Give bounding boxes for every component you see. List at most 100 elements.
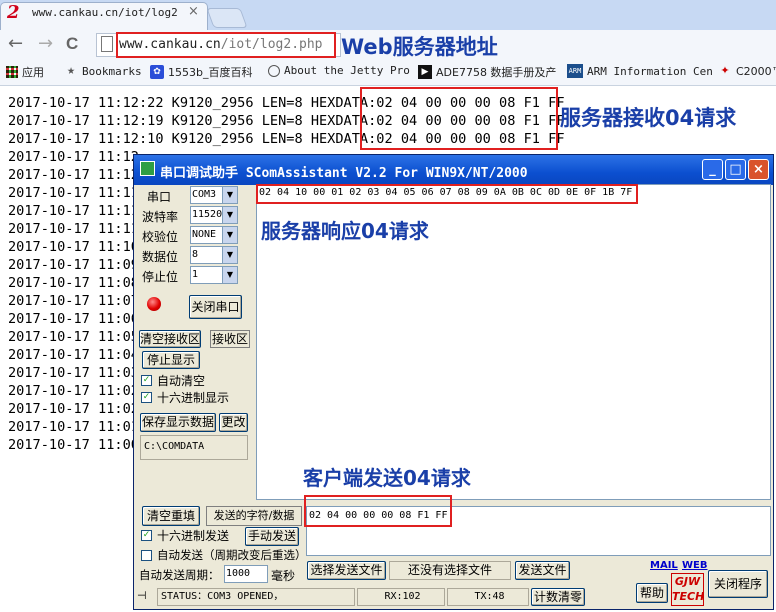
chevron-down-icon: ▼ [222,187,237,203]
hex-send-label: 十六进制发送 [157,529,230,543]
log-line: 2017-10-17 11:01 [8,419,139,435]
hex-display-label: 十六进制显示 [157,391,230,405]
port-select[interactable]: COM3 ▼ [190,186,238,204]
logo-line1: GJW [674,575,701,588]
auto-send-label: 自动发送（周期改变后重选） [157,548,307,562]
stopbits-label: 停止位 [142,270,179,284]
stop-display-button[interactable]: 停止显示 [142,351,200,369]
port-label: 串口 [147,190,172,204]
log-line: 2017-10-17 11:12 [8,167,139,183]
site-logo-icon: 2 [7,2,20,23]
annotation-server-receive: 服务器接收04请求 [560,106,737,130]
web-link[interactable]: WEB [682,560,707,571]
minimize-button[interactable]: _ [702,159,723,180]
stopbits-select[interactable]: 1 ▼ [190,266,238,284]
log-line: 2017-10-17 11:00 [8,437,139,453]
log-line: 2017-10-17 11:02 [8,401,139,417]
hex-send-checkbox[interactable]: ✓ [141,530,152,541]
bookmark-label: ARM Information Cen [587,64,713,78]
send-highlight-box [304,495,452,527]
annotation-client-send: 客户端发送04请求 [303,466,471,490]
status-text: STATUS：COM3 OPENED， [157,588,355,606]
log-line: 2017-10-17 11:02 [8,383,139,399]
parity-select[interactable]: NONE ▼ [190,226,238,244]
bookmark-label: ADE7758 数据手册及产 [436,66,557,79]
log-line: 2017-10-17 11:09 [8,257,139,273]
receive-area-label: 接收区 [210,330,250,348]
log-line: 2017-10-17 11:03 [8,365,139,381]
back-icon[interactable]: ← [8,34,23,54]
auto-period-input[interactable]: 1000 [224,565,268,583]
bookmark-arm[interactable]: ARM ARM Information Cen [567,64,713,78]
close-port-button[interactable]: 关闭串口 [189,295,242,319]
log-line: 2017-10-17 11:11 [8,185,139,201]
annotation-server-response: 服务器响应04请求 [261,219,429,243]
save-display-button[interactable]: 保存显示数据 [140,413,216,432]
bookmark-baidu[interactable]: ✿ 1553b_百度百科 [150,64,252,80]
bookmark-label: 应用 [22,66,44,79]
chevron-down-icon: ▼ [222,227,237,243]
port-value: COM3 [192,189,217,200]
clear-resend-button[interactable]: 清空重填 [142,506,200,526]
baud-value: 11520 [192,209,223,220]
bookmark-label: Bookmarks [82,64,142,78]
reload-icon[interactable]: C [66,34,78,54]
auto-clear-label: 自动清空 [157,374,206,388]
received-hex-highlight-box [360,87,558,150]
auto-send-checkbox[interactable] [141,550,152,561]
address-highlight-box [116,32,336,58]
auto-period-label: 自动发送周期： [139,568,220,582]
bookmark-bookmarks[interactable]: ★ Bookmarks [64,64,142,78]
databits-label: 数据位 [142,250,179,264]
log-line: 2017-10-17 11:04 [8,347,139,363]
arm-logo-icon: ARM [567,64,583,78]
logo-line2: TECH [672,590,705,603]
change-path-button[interactable]: 更改 [219,413,248,432]
log-line: 2017-10-17 11:11 [8,221,139,237]
new-tab-button[interactable] [206,8,248,28]
log-line: 2017-10-17 11:11 [8,203,139,219]
tab-close-icon[interactable]: × [188,4,199,19]
manual-send-button[interactable]: 手动发送 [245,527,299,546]
parity-label: 校验位 [142,230,179,244]
apps-grid-icon [6,66,18,78]
chevron-down-icon: ▼ [222,267,237,283]
baud-label: 波特率 [142,210,179,224]
maximize-button[interactable]: □ [725,159,746,180]
star-icon: ★ [67,63,75,78]
parity-value: NONE [192,229,217,240]
clear-receive-button[interactable]: 清空接收区 [139,330,201,348]
stopbits-value: 1 [192,269,199,280]
help-button[interactable]: 帮助 [636,583,668,603]
log-line: 2017-10-17 11:05 [8,329,139,345]
mail-link[interactable]: MAIL [650,560,678,571]
baud-select[interactable]: 11520 ▼ [190,206,238,224]
globe-icon [268,64,280,77]
baidu-paw-icon: ✿ [150,65,164,79]
ti-logo-icon: ✦ [720,64,730,77]
page-icon [101,36,113,52]
send-file-button[interactable]: 发送文件 [515,561,570,580]
chevron-down-icon: ▼ [222,247,237,263]
databits-select[interactable]: 8 ▼ [190,246,238,264]
bookmark-c2000[interactable]: ✦ C2000™ [718,64,776,78]
bookmark-jetty[interactable]: About the Jetty Pro [268,64,410,77]
reset-count-button[interactable]: 计数清零 [531,588,585,606]
bookmark-label: About the Jetty Pro [284,64,410,77]
auto-clear-checkbox[interactable]: ✓ [141,375,152,386]
select-file-button[interactable]: 选择发送文件 [307,561,386,580]
log-line: 2017-10-17 11:07 [8,293,139,309]
rx-count: RX:102 [357,588,445,606]
hex-display-checkbox[interactable]: ✓ [141,392,152,403]
play-icon: ▶ [418,65,432,79]
log-line: 2017-10-17 11:10 [8,239,139,255]
tx-count: TX:48 [447,588,529,606]
forward-icon[interactable]: → [38,34,53,54]
bookmark-apps[interactable]: 应用 [6,64,44,80]
exit-program-button[interactable]: 关闭程序 [708,570,768,598]
ms-label: 毫秒 [271,569,296,583]
annotation-web-address: Web服务器地址 [341,35,498,59]
close-window-button[interactable]: × [748,159,769,180]
app-icon [140,161,155,176]
bookmark-ade7758[interactable]: ▶ ADE7758 数据手册及产 [418,64,556,80]
